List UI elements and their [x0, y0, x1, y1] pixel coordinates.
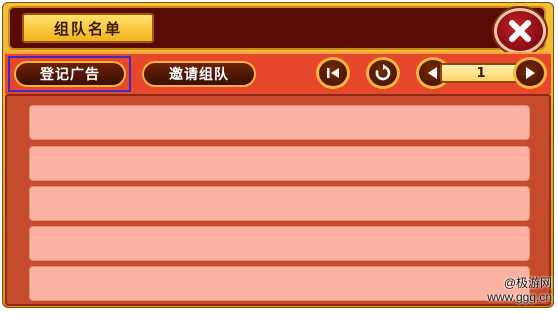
- first-page-button[interactable]: [316, 57, 350, 89]
- invite-team-button[interactable]: 邀请组队: [142, 61, 256, 87]
- invite-team-label: 邀请组队: [169, 67, 229, 83]
- prev-page-icon: [428, 67, 437, 79]
- next-page-button[interactable]: [513, 57, 547, 89]
- refresh-button[interactable]: [366, 57, 400, 89]
- page-number-field: 1: [440, 63, 522, 83]
- register-ad-button[interactable]: 登记广告: [14, 61, 126, 87]
- page-number: 1: [476, 65, 486, 81]
- window-title: 组队名单: [53, 19, 122, 38]
- register-ad-label: 登记广告: [40, 67, 100, 83]
- team-list-row[interactable]: [29, 146, 530, 181]
- window-title-tab: 组队名单: [22, 13, 154, 43]
- close-button[interactable]: [494, 8, 546, 54]
- team-list-row[interactable]: [29, 266, 530, 301]
- team-list-row[interactable]: [29, 186, 530, 221]
- watermark-url: www.ggg.cn: [487, 290, 552, 304]
- watermark-site-name: @极游网: [503, 276, 552, 290]
- team-list-row[interactable]: [29, 105, 530, 140]
- next-page-icon: [526, 67, 535, 79]
- first-page-icon: [327, 68, 339, 78]
- team-list-row[interactable]: [29, 226, 530, 261]
- close-icon: [509, 20, 531, 42]
- refresh-icon: [375, 64, 391, 81]
